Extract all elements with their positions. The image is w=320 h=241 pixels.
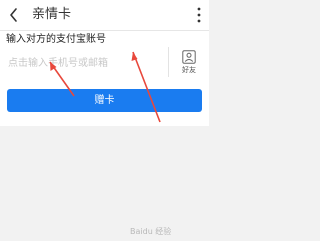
friend-label: 好友 [182,66,196,74]
input-heading: 输入对方的支付宝账号 [6,34,106,45]
input-divider [168,47,169,77]
friend-contact-icon [182,50,196,64]
gift-card-button[interactable]: 赠卡 [7,89,202,112]
watermark: Baidu 经验 [130,227,172,236]
more-icon[interactable] [192,5,206,25]
friend-button[interactable]: 好友 [174,48,204,78]
nav-bar: 亲情卡 [0,0,209,31]
back-arrow-icon[interactable] [6,6,24,24]
page-title: 亲情卡 [32,7,72,22]
account-input[interactable] [8,52,158,74]
